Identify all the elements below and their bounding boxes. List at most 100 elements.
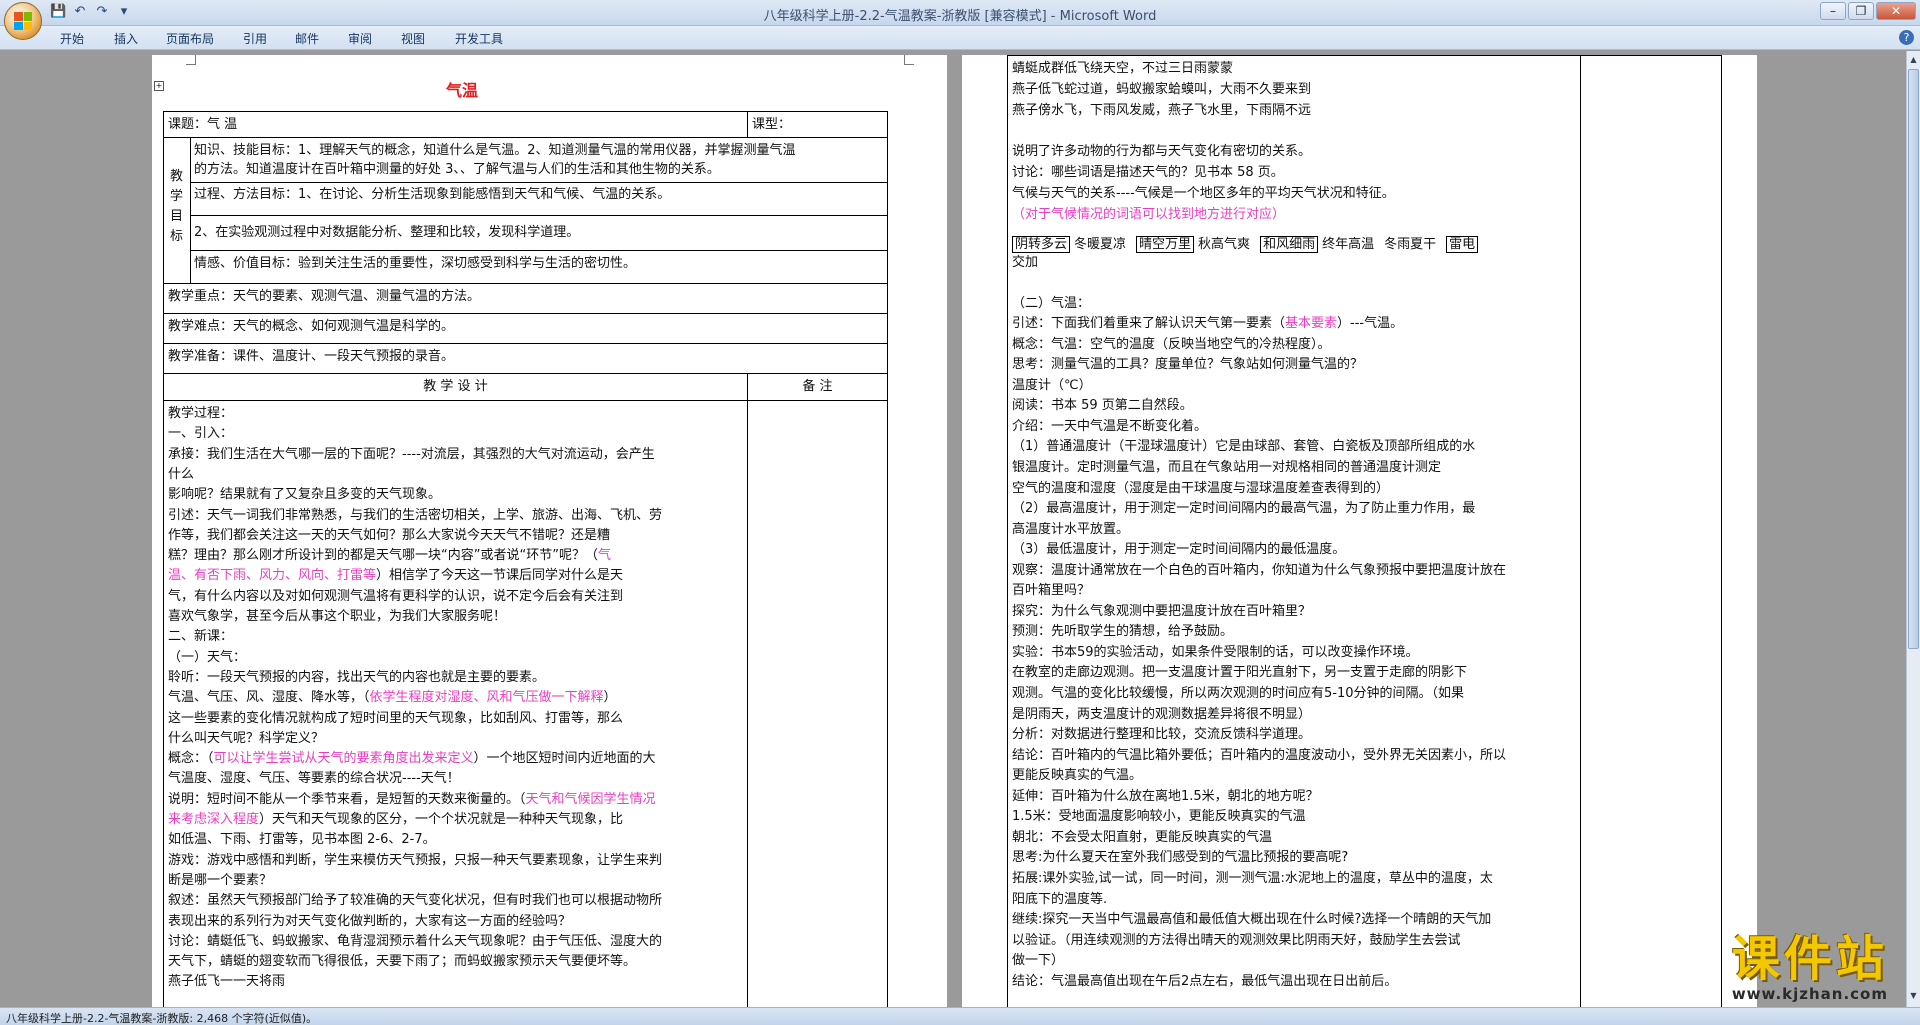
line-text: 气温、气压、风、湿度、降水等，（ <box>168 690 370 706</box>
text-line: 叙述：虽然天气预报部门给予了较准确的天气变化状况，但有时我们也可以根据动物所 <box>168 891 662 910</box>
text-line: 蜻蜓成群低飞绕天空，不过三日雨蒙蒙 <box>1012 59 1233 78</box>
line-text: （2）最高温度计，用于测定一定时间间隔内的最高气温，为了防止重力作用，最 <box>1012 501 1476 517</box>
tab-developer[interactable]: 开发工具 <box>455 30 503 47</box>
design-head: 教 学 设 计 <box>423 379 488 394</box>
line-text: 糕？理由？那么刚才所设计到的都是天气哪一块“内容”或者说“环节”呢？（ <box>168 548 598 564</box>
goal1-line: 的方法。知道温度计在百叶箱中测量的好处 3、、了解气温与人们的生活和其他生物的关… <box>194 162 720 177</box>
text-line: 高温度计水平放置。 <box>1012 520 1129 539</box>
line-text: 介绍：一天中气温是不断变化着。 <box>1012 418 1208 434</box>
tab-home[interactable]: 开始 <box>60 30 84 47</box>
text-line: 什么叫天气呢？科学定义？ <box>168 729 324 748</box>
line-text: 更能反映真实的气温。 <box>1012 768 1143 784</box>
lesson-cell <box>163 111 748 138</box>
tab-insert[interactable]: 插入 <box>114 30 138 47</box>
line-text: 喜欢气象学，甚至今后从事这个职业，为我们大家服务呢！ <box>168 609 507 624</box>
watermark-url: www.kjzhan.com <box>1731 985 1888 1003</box>
line-text: 高温度计水平放置。 <box>1012 521 1130 537</box>
help-icon[interactable]: ? <box>1899 30 1914 45</box>
office-button[interactable] <box>4 2 42 40</box>
site-watermark: 课件站 www.kjzhan.com <box>1732 933 1888 1003</box>
page-1: + 气温 课题：气 温 课型： 教学目标 知识、技能目标：1、理解天气的概念，知… <box>152 55 947 1007</box>
line-text: 作等，我们都会关注这一天的天气如何？那么大家说今天天气不错呢？还是糟 <box>168 527 611 543</box>
crop-mark <box>904 55 914 65</box>
line-text: 说明了许多动物的行为都与天气变化有密切的关系。 <box>1012 144 1312 160</box>
text-line: 1.5米：受地面温度影响较小，更能反映真实的气温 <box>1012 807 1306 826</box>
line-text: 这一些要素的变化情况就构成了短时间里的天气现象，比如刮风、打雷等，那么 <box>168 710 624 726</box>
line-text: 引述：下面我们着重来了解认识天气第一要素（ <box>1012 316 1286 332</box>
line-text: 温度计（℃） <box>1012 377 1092 393</box>
watermark-logo: 课件站 <box>1731 931 1888 987</box>
text-line: （3）最低温度计，用于测定一定时间间隔内的最低温度。 <box>1012 540 1345 559</box>
text-line: 什么 <box>168 465 194 484</box>
text-line: 承接：我们生活在大气哪一层的下面呢？----对流层，其强烈的大气对流运动，会产生 <box>168 445 655 464</box>
maximize-button[interactable]: ❐ <box>1848 2 1874 20</box>
line-text: 概念：（ <box>168 751 214 767</box>
tab-view[interactable]: 视图 <box>401 30 425 47</box>
text-line: 思考:为什么夏天在室外我们感受到的气温比预报的要高呢? <box>1012 848 1348 867</box>
line-text: （一）天气： <box>168 649 247 665</box>
text-line: 在教室的走廊边观测。把一支温度计置于阳光直射下，另一支置于走廊的阴影下 <box>1012 663 1467 682</box>
text-line: （对于气候情况的词语可以找到地方进行对应） <box>1012 205 1285 224</box>
line-text: 以验证。（用连续观测的方法得出晴天的观测效果比阴雨天好，鼓励学生去尝试 <box>1012 932 1461 948</box>
highlighted-text: 可以让学生尝试从天气的要素角度出发来定义 <box>213 751 474 767</box>
weather-word: 雷电 <box>1446 236 1479 253</box>
scroll-down-icon[interactable]: ▼ <box>1907 989 1920 1003</box>
line-text: 引述：天气一词我们非常熟悉，与我们的生活密切相关，上学、旅游、出海、飞机、劳 <box>168 507 663 523</box>
text-line: 更能反映真实的气温。 <box>1012 766 1142 785</box>
word-count[interactable]: 八年级科学上册-2.2-气温教案-浙教版: 2,468 个字符(近似值)。 <box>6 1012 317 1025</box>
line-text: 1.5米：受地面温度影响较小，更能反映真实的气温 <box>1012 809 1306 825</box>
text-line: 断是哪一个要素？ <box>168 871 272 890</box>
line-text: 影响呢？结果就有了又复杂且多变的天气现象。 <box>168 487 442 503</box>
notes-body-cell <box>747 400 888 1007</box>
line-text: 如低温、下雨、打雷等，见书本图 2-6、2-7。 <box>168 832 436 848</box>
line-text: 思考：测量气温的工具？度量单位？气象站如何测量气温的？ <box>1012 357 1364 373</box>
window-title: 八年级科学上册-2.2-气温教案-浙教版 [兼容模式] - Microsoft … <box>763 9 1157 24</box>
line-text: 讨论：哪些词语是描述天气的？见书本 58 页。 <box>1012 165 1284 180</box>
text-line: 天气下，蜻蜓的翅变软而飞得很低，天要下雨了；而蚂蚁搬家预示天气要便坏等。 <box>168 952 636 971</box>
line-text: 空气的温度和湿度（湿度是由干球温度与湿球温度差查表得到的） <box>1012 480 1390 496</box>
line-text: 延伸：百叶箱为什么放在离地1.5米，朝北的地方呢？ <box>1012 788 1319 804</box>
line-text: 概念：气温：空气的温度（反映当地空气的冷热程度）。 <box>1012 336 1331 352</box>
text-line: 喜欢气象学，甚至今后从事这个职业，为我们大家服务呢！ <box>168 607 506 626</box>
text-line: 温度计（℃） <box>1012 376 1092 395</box>
text-line: 游戏：游戏中感悟和判断，学生来模仿天气预报，只报一种天气要素现象，让学生来判 <box>168 851 662 870</box>
tab-mailings[interactable]: 邮件 <box>295 30 319 47</box>
line-text: 气候与天气的关系----气候是一个地区多年的平均天气状况和特征。 <box>1012 185 1395 201</box>
line-text: 朝北：不会受太阳直射，更能反映真实的气温 <box>1012 829 1273 845</box>
tab-page-layout[interactable]: 页面布局 <box>166 30 214 47</box>
line-text: 游戏：游戏中感悟和判断，学生来模仿天气预报，只报一种天气要素现象，让学生来判 <box>168 852 663 868</box>
tab-review[interactable]: 审阅 <box>348 30 372 47</box>
line-text: （1）普通温度计（干湿球温度计）它是由球部、套管、白瓷板及顶部所组成的水 <box>1012 439 1476 455</box>
line-text: 分析：对数据进行整理和比较，交流反馈科学道理。 <box>1012 727 1312 743</box>
highlighted-text: 来考虑深入程度 <box>168 812 260 827</box>
line-text: 观察：温度计通常放在一个白色的百叶箱内，你知道为什么气象预报中要把温度计放在 <box>1012 562 1507 578</box>
line-text: 什么 <box>168 466 195 482</box>
weather-word: 秋高气爽 <box>1198 237 1251 252</box>
scroll-thumb[interactable] <box>1908 69 1919 649</box>
text-line: 引述：天气一词我们非常熟悉，与我们的生活密切相关，上学、旅游、出海、飞机、劳 <box>168 506 662 525</box>
minimize-button[interactable]: – <box>1820 2 1846 20</box>
close-button[interactable]: ✕ <box>1876 2 1916 20</box>
vertical-scrollbar[interactable]: ▲ ▼ <box>1906 51 1920 1007</box>
line-text: 实验：书本59的实验活动，如果条件受限制的话，可以改变操作环境。 <box>1012 644 1419 660</box>
text-line: 实验：书本59的实验活动，如果条件受限制的话，可以改变操作环境。 <box>1012 643 1419 662</box>
tab-references[interactable]: 引用 <box>243 30 267 47</box>
weather-words-end: 交加 <box>1012 255 1039 270</box>
text-line: 观察：温度计通常放在一个白色的百叶箱内，你知道为什么气象预报中要把温度计放在 <box>1012 561 1506 580</box>
text-line: 百叶箱里吗？ <box>1012 581 1090 600</box>
line-text: 银温度计。定时测量气温，而且在气象站用一对规格相同的普通温度计测定 <box>1012 459 1442 475</box>
line-text: 结论：百叶箱内的气温比箱外要低；百叶箱内的温度波动小，受外界无关因素小，所以 <box>1012 747 1507 763</box>
text-line: （二）气温： <box>1012 294 1090 313</box>
weather-words-row: 阴转多云 冬暖夏凉 晴空万里 秋高气爽 和风细雨 终年高温 冬雨夏干 雷电 <box>1012 235 1482 254</box>
text-line: 延伸：百叶箱为什么放在离地1.5米，朝北的地方呢？ <box>1012 787 1319 806</box>
line-text: 百叶箱里吗？ <box>1012 583 1091 599</box>
line-text: 燕子低飞一一天将雨 <box>168 974 286 990</box>
weather-word: 冬暖夏凉 <box>1074 237 1127 252</box>
weather-word: 阴转多云 <box>1012 236 1071 253</box>
text-line: 气，有什么内容以及对如何观测气温将有更科学的认识，说不定今后会有关注到 <box>168 587 623 606</box>
document-workspace: + 气温 课题：气 温 课型： 教学目标 知识、技能目标：1、理解天气的概念，知… <box>0 51 1906 1007</box>
scroll-up-icon[interactable]: ▲ <box>1907 53 1920 67</box>
table-move-handle-icon[interactable]: + <box>154 81 164 91</box>
highlighted-text: 基本要素 <box>1285 316 1338 332</box>
text-line: 结论：百叶箱内的气温比箱外要低；百叶箱内的温度波动小，受外界无关因素小，所以 <box>1012 746 1506 765</box>
